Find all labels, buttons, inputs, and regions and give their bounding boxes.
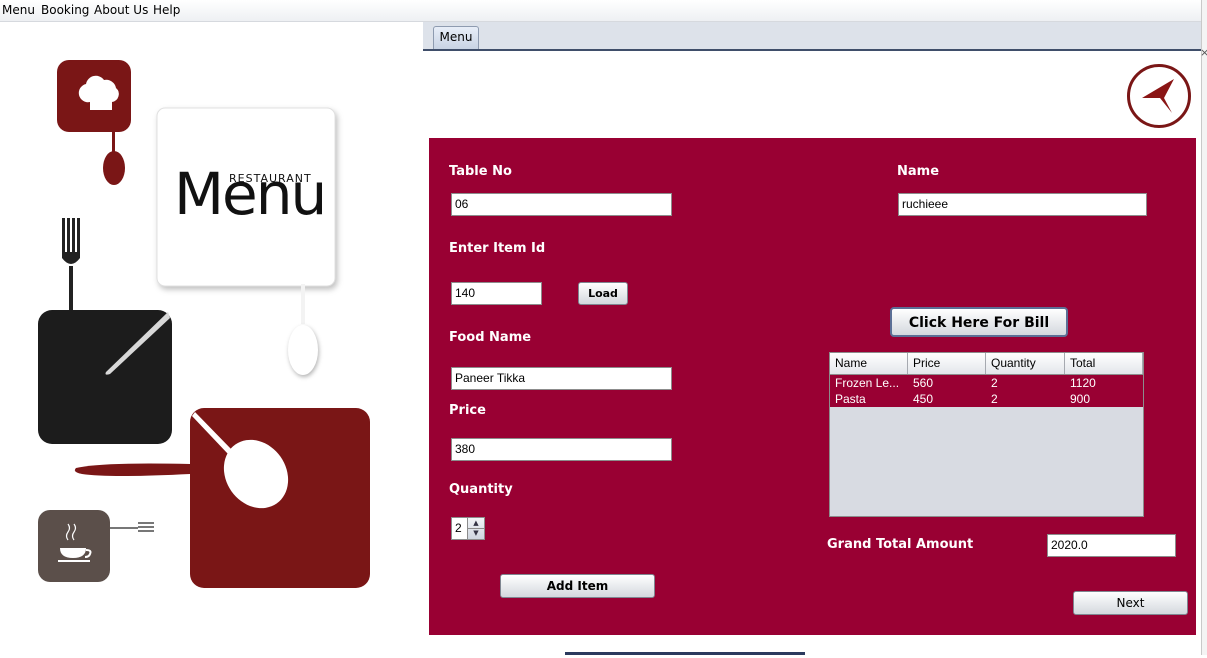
menu-item-help[interactable]: Help (153, 3, 180, 17)
illustration-graphic (38, 60, 370, 588)
menu-bar: Menu Booking About Us Help (0, 0, 1201, 22)
quantity-value: 2 (455, 521, 462, 535)
tab-menu[interactable]: Menu (433, 26, 479, 49)
column-header-total[interactable]: Total (1065, 353, 1143, 374)
bill-button[interactable]: Click Here For Bill (890, 307, 1068, 337)
cell-name: Pasta (835, 392, 866, 406)
table-row[interactable]: Frozen Le... 560 2 1120 (830, 375, 1143, 391)
food-name-label: Food Name (449, 330, 532, 345)
cell-total: 900 (1070, 392, 1091, 406)
cell-price: 560 (913, 376, 934, 390)
name-field[interactable]: ruchieee (898, 193, 1147, 216)
cell-total: 1120 (1070, 376, 1096, 390)
cell-quantity: 2 (991, 392, 998, 406)
grand-total-label: Grand Total Amount (827, 537, 974, 552)
grand-total-field[interactable]: 2020.0 (1047, 534, 1176, 557)
item-id-label: Enter Item Id (449, 241, 546, 256)
spoon-icon (103, 151, 125, 185)
stepper-arrows: ▲ ▼ (467, 518, 484, 539)
price-label: Price (449, 403, 486, 418)
menu-item-booking[interactable]: Booking (41, 3, 89, 17)
cell-price: 450 (913, 392, 934, 406)
item-id-field[interactable]: 140 (451, 282, 542, 305)
column-header-name[interactable]: Name (830, 353, 908, 374)
table-row[interactable]: Pasta 450 2 900 (830, 391, 1143, 407)
quantity-stepper[interactable]: 2 ▲ ▼ (451, 517, 485, 540)
table-no-field[interactable]: 06 (451, 193, 672, 216)
table-no-label: Table No (449, 164, 512, 179)
name-label: Name (897, 164, 940, 179)
quantity-label: Quantity (449, 482, 513, 497)
menu-item-about-us[interactable]: About Us (94, 3, 148, 17)
load-button[interactable]: Load (578, 282, 628, 305)
food-name-field[interactable]: Paneer Tikka (451, 367, 672, 390)
table-header: Name Price Quantity Total (830, 353, 1143, 375)
red-knife-icon (74, 463, 190, 476)
close-icon[interactable]: × (1200, 46, 1207, 59)
back-arrow-icon (1142, 79, 1174, 113)
restaurant-menu-illustration: RESTAURANT Menu (0, 22, 423, 655)
next-button[interactable]: Next (1073, 591, 1188, 615)
add-item-button[interactable]: Add Item (500, 574, 655, 598)
back-button[interactable] (1127, 64, 1191, 128)
column-header-price[interactable]: Price (908, 353, 986, 374)
cell-quantity: 2 (991, 376, 998, 390)
window-edge (1201, 0, 1207, 655)
price-field[interactable]: 380 (451, 438, 672, 461)
column-header-quantity[interactable]: Quantity (986, 353, 1065, 374)
stepper-down-icon[interactable]: ▼ (468, 528, 484, 538)
bill-table[interactable]: Name Price Quantity Total Frozen Le... 5… (829, 352, 1144, 517)
coffee-tile (38, 510, 110, 582)
cell-name: Frozen Le... (835, 376, 900, 390)
fork-icon (62, 252, 80, 264)
tab-strip (423, 22, 1201, 50)
menu-item-menu[interactable]: Menu (2, 3, 35, 17)
logo-big-text: Menu (174, 160, 327, 228)
